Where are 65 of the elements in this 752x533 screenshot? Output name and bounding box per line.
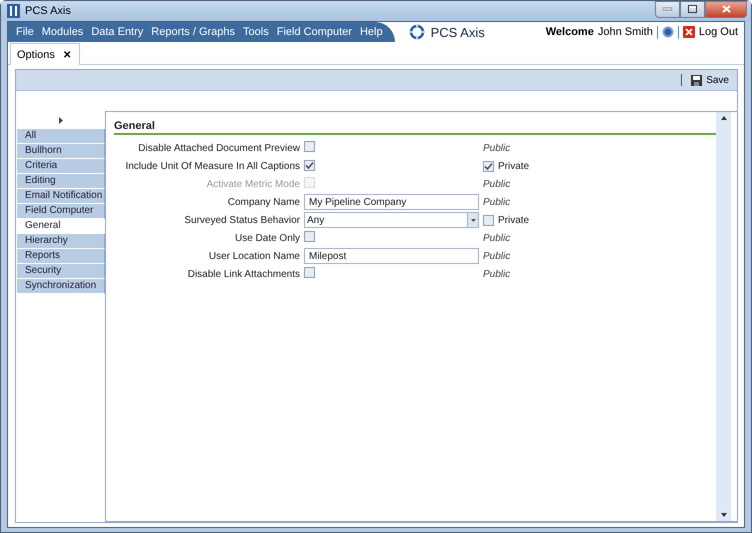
private-checkbox[interactable] [483, 214, 494, 226]
sidebar-item[interactable]: Synchronization [17, 279, 105, 294]
close-icon[interactable] [682, 26, 695, 38]
setting-checkbox[interactable] [304, 160, 315, 170]
private-label: Private [498, 214, 530, 226]
private-checkbox[interactable] [483, 160, 494, 172]
menu-item[interactable]: File [12, 26, 38, 38]
dropdown-field[interactable]: Any [304, 212, 479, 228]
setting-label: Activate Metric Mode [206, 178, 300, 190]
scope-label: Public [483, 178, 510, 190]
minimize-button[interactable] [655, 0, 680, 18]
section-heading: General [114, 120, 716, 135]
setting-label: Use Date Only [234, 232, 300, 244]
scroll-up-icon[interactable] [720, 116, 726, 120]
setting-label: Surveyed Status Behavior [183, 214, 300, 226]
sidebar-item[interactable]: Email Notification [17, 189, 105, 204]
caret-icon [470, 218, 476, 222]
menu-item[interactable]: Tools [239, 26, 273, 38]
sidebar-item[interactable]: Reports [17, 249, 105, 264]
logout-link[interactable]: Log Out [698, 26, 738, 38]
tab-close-button[interactable]: ✕ [62, 48, 71, 60]
setting-label: Disable Attached Document Preview [137, 142, 300, 154]
setting-checkbox[interactable] [304, 141, 315, 152]
scroll-down-icon[interactable] [720, 513, 726, 517]
scope-label: Public [483, 232, 510, 244]
sidebar-item[interactable]: Bullhorn [17, 144, 105, 159]
close-icon [722, 5, 730, 13]
user-name: John Smith [598, 26, 653, 38]
setting-label: Disable Link Attachments [186, 268, 300, 280]
maximize-button[interactable] [680, 0, 705, 18]
save-button[interactable]: Save [689, 74, 731, 86]
sidebar-item[interactable]: All [17, 129, 105, 144]
menu-item[interactable]: Modules [38, 26, 88, 38]
window-title: PCS Axis [25, 5, 71, 17]
menu-item[interactable]: Field Computer [272, 26, 356, 38]
sidebar-item[interactable]: Hierarchy [17, 234, 105, 249]
scope-label: Public [483, 250, 510, 262]
menu-item[interactable]: Help [356, 26, 387, 38]
expand-arrow-icon[interactable] [59, 116, 63, 124]
text-field[interactable]: Milepost [304, 248, 479, 264]
close-button[interactable] [705, 0, 747, 18]
menu-item[interactable]: Data Entry [87, 26, 148, 38]
setting-label: Company Name [226, 196, 300, 208]
app-icon [7, 4, 20, 18]
sidebar-item[interactable]: Field Computer [17, 204, 105, 219]
private-label: Private [498, 160, 530, 172]
menu-item[interactable]: Reports / Graphs [147, 26, 240, 38]
sidebar-item[interactable]: Criteria [17, 159, 105, 174]
setting-checkbox[interactable] [304, 267, 315, 278]
scope-label: Public [483, 196, 510, 208]
minimize-icon [663, 7, 672, 11]
maximize-icon [688, 5, 697, 13]
setting-label: User Location Name [208, 250, 300, 262]
text-field[interactable]: My Pipeline Company [304, 194, 479, 210]
setting-checkbox[interactable] [304, 231, 315, 242]
app-name: PCS Axis [430, 24, 485, 40]
welcome-label: Welcome [546, 26, 594, 38]
scrollbar[interactable] [716, 112, 731, 521]
options-tab[interactable]: Options ✕ [10, 43, 80, 65]
setting-label: Include Unit Of Measure In All Captions [124, 160, 300, 172]
scope-label: Public [483, 142, 510, 154]
sidebar-item[interactable]: Security [17, 264, 105, 279]
sidebar-item[interactable]: Editing [17, 174, 105, 189]
help-icon[interactable] [662, 26, 674, 38]
scope-label: Public [483, 268, 510, 280]
